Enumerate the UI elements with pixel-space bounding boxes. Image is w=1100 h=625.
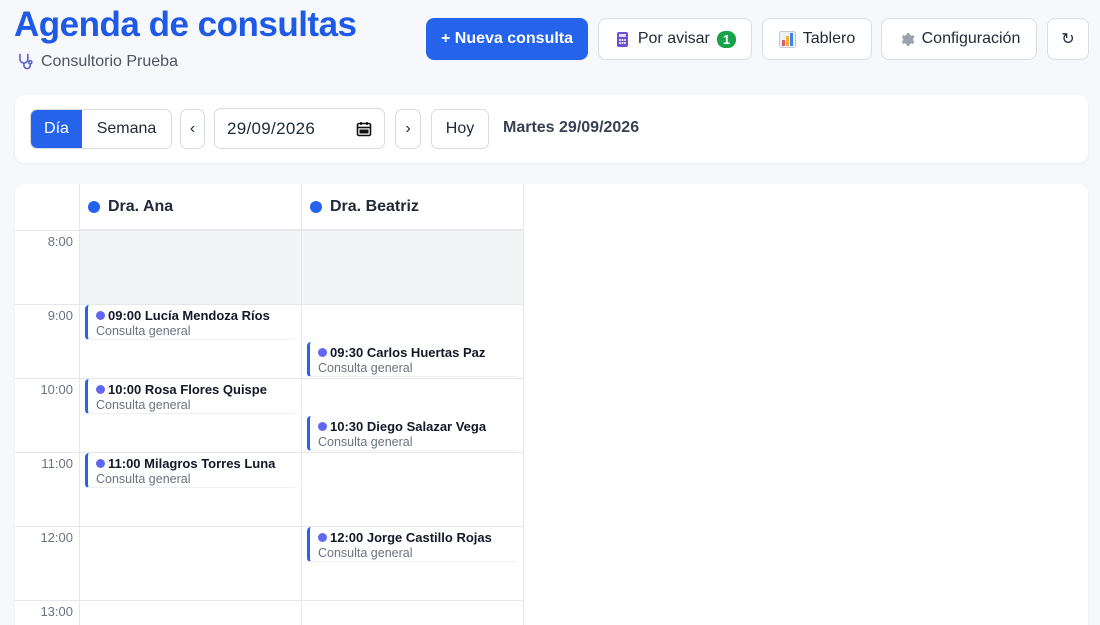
prev-day-button[interactable]: ‹ [180, 109, 205, 149]
refresh-icon: ↻ [1061, 31, 1075, 48]
clinic-name: Consultorio Prueba [16, 52, 178, 71]
new-appointment-button[interactable]: + Nueva consulta [426, 18, 588, 60]
hour-label: 8:00 [47, 234, 73, 249]
hour-label: 11:00 [41, 456, 73, 471]
hour-label: 10:00 [40, 382, 73, 397]
doctor-column-ana[interactable]: Dra. Ana 09:00 Lucía Mendoza Ríos Consul… [80, 184, 302, 625]
status-dot [96, 385, 105, 394]
settings-button[interactable]: Configuración [881, 18, 1037, 60]
appointment-card[interactable]: 09:00 Lucía Mendoza Ríos Consulta genera… [85, 305, 297, 340]
doctor-name: Dra. Beatriz [330, 197, 419, 215]
doctor-name: Dra. Ana [108, 197, 174, 215]
doctor-color-dot [88, 200, 100, 213]
next-day-button[interactable]: › [395, 109, 421, 149]
today-button[interactable]: Hoy [431, 109, 489, 149]
appointment-type: Consulta general [318, 435, 413, 449]
date-toolbar: Día Semana ‹ 29/09/2026 › Hoy Martes 29/… [15, 95, 1088, 163]
calendar-icon[interactable] [356, 121, 372, 137]
appointment-title: 10:00 Rosa Flores Quispe [108, 382, 267, 397]
appointment-type: Consulta general [96, 398, 191, 412]
dashboard-label: Tablero [802, 30, 856, 47]
appointment-type: Consulta general [318, 361, 413, 375]
clinic-label: Consultorio Prueba [41, 52, 178, 70]
date-input[interactable]: 29/09/2026 [214, 108, 385, 149]
page-title: Agenda de consultas [14, 5, 357, 44]
time-column: 8:00 9:00 10:00 11:00 12:00 13:00 [15, 184, 80, 625]
doctor-column-beatriz[interactable]: Dra. Beatriz 09:30 Carlos Huertas Paz Co… [302, 184, 524, 625]
doctor-header: Dra. Ana [80, 184, 301, 230]
appointment-card[interactable]: 12:00 Jorge Castillo Rojas Consulta gene… [307, 527, 519, 562]
refresh-button[interactable]: ↻ [1047, 18, 1089, 60]
appointment-title: 11:00 Milagros Torres Luna [108, 456, 276, 471]
appointment-card[interactable]: 10:30 Diego Salazar Vega Consulta genera… [307, 416, 519, 451]
appointment-card[interactable]: 11:00 Milagros Torres Luna Consulta gene… [85, 453, 297, 488]
appointment-type: Consulta general [96, 324, 191, 338]
current-date-label: Martes 29/09/2026 [503, 119, 640, 136]
doctor-header: Dra. Beatriz [302, 184, 523, 230]
notify-label: Por avisar [637, 30, 710, 47]
status-dot [318, 348, 327, 357]
status-dot [96, 311, 105, 320]
status-dot [96, 459, 105, 468]
settings-label: Configuración [921, 30, 1021, 47]
appointment-type: Consulta general [318, 546, 413, 560]
dashboard-button[interactable]: Tablero [762, 18, 872, 60]
appointment-title: 12:00 Jorge Castillo Rojas [330, 530, 492, 545]
hour-label: 9:00 [47, 308, 73, 323]
status-dot [318, 533, 327, 542]
appointment-title: 09:30 Carlos Huertas Paz [330, 345, 486, 360]
notify-count-badge: 1 [716, 30, 737, 48]
appointment-card[interactable]: 10:00 Rosa Flores Quispe Consulta genera… [85, 379, 297, 414]
doctor-color-dot [310, 200, 322, 213]
hour-label: 13:00 [40, 604, 73, 619]
appointment-title: 10:30 Diego Salazar Vega [330, 419, 487, 434]
new-appointment-label: + Nueva consulta [440, 30, 574, 47]
notify-button[interactable]: Por avisar 1 [598, 18, 752, 60]
phone-icon [616, 31, 628, 47]
view-day-button[interactable]: Día [31, 110, 82, 148]
day-calendar: 8:00 9:00 10:00 11:00 12:00 13:00 Dra. A… [15, 184, 1088, 625]
stethoscope-icon [19, 53, 33, 70]
appointment-type: Consulta general [96, 472, 191, 486]
appointment-card[interactable]: 09:30 Carlos Huertas Paz Consulta genera… [307, 342, 519, 377]
date-input-value: 29/09/2026 [227, 118, 316, 138]
bar-chart-icon [778, 30, 796, 48]
appointment-title: 09:00 Lucía Mendoza Ríos [108, 308, 270, 323]
view-switcher: Día Semana [30, 109, 172, 149]
gear-icon [901, 32, 915, 46]
status-dot [318, 422, 327, 431]
hour-label: 12:00 [40, 530, 73, 545]
view-week-button[interactable]: Semana [82, 110, 171, 148]
